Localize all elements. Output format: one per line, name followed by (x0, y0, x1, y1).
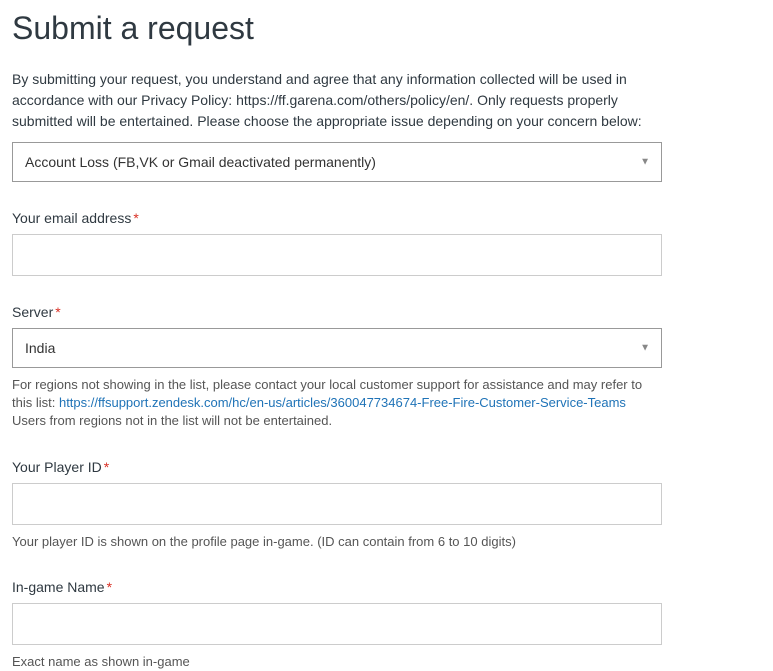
server-label: Server* (12, 304, 761, 320)
ingame-name-hint: Exact name as shown in-game (12, 653, 662, 671)
required-marker: * (133, 210, 138, 226)
server-label-text: Server (12, 304, 53, 320)
player-id-hint: Your player ID is shown on the profile p… (12, 533, 662, 551)
intro-text: By submitting your request, you understa… (12, 69, 662, 132)
email-label: Your email address* (12, 210, 761, 226)
issue-select-value: Account Loss (FB,VK or Gmail deactivated… (25, 154, 376, 170)
server-select[interactable]: India ▼ (12, 328, 662, 368)
player-id-input[interactable] (12, 483, 662, 525)
email-input[interactable] (12, 234, 662, 276)
server-hint: For regions not showing in the list, ple… (12, 376, 662, 431)
ingame-name-label: In-game Name* (12, 579, 761, 595)
required-marker: * (104, 459, 109, 475)
server-select-value: India (25, 340, 55, 356)
issue-select[interactable]: Account Loss (FB,VK or Gmail deactivated… (12, 142, 662, 182)
player-id-label: Your Player ID* (12, 459, 761, 475)
required-marker: * (55, 304, 60, 320)
email-label-text: Your email address (12, 210, 131, 226)
player-id-label-text: Your Player ID (12, 459, 102, 475)
required-marker: * (107, 579, 112, 595)
ingame-name-input[interactable] (12, 603, 662, 645)
page-title: Submit a request (12, 10, 761, 47)
ingame-name-label-text: In-game Name (12, 579, 105, 595)
customer-service-link[interactable]: https://ffsupport.zendesk.com/hc/en-us/a… (59, 395, 626, 410)
server-hint-suffix: Users from regions not in the list will … (12, 413, 332, 428)
